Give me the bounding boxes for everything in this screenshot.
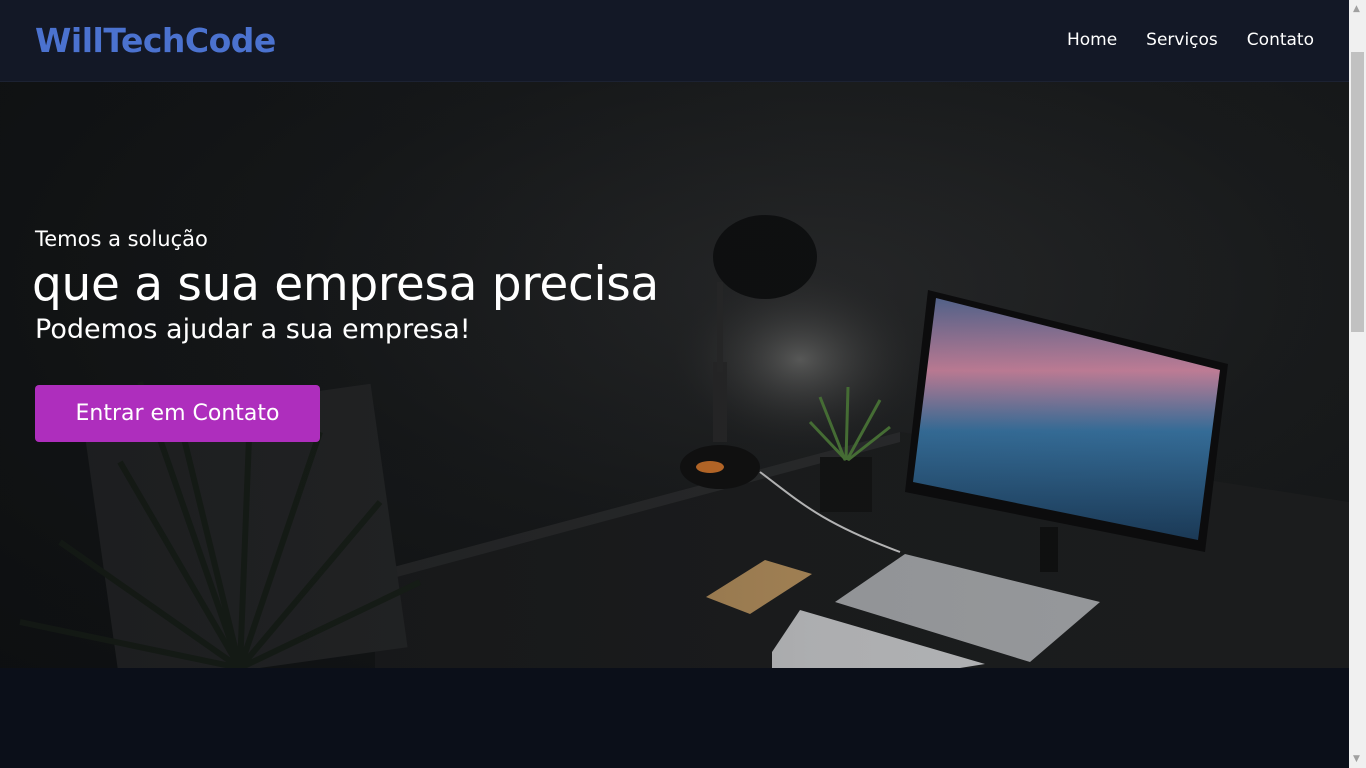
next-section bbox=[0, 668, 1349, 768]
nav-link-home[interactable]: Home bbox=[1067, 30, 1117, 50]
hero-overlay bbox=[0, 82, 1349, 668]
nav-link-servicos[interactable]: Serviços bbox=[1146, 30, 1218, 50]
chevron-down-icon[interactable]: ▼ bbox=[1353, 754, 1360, 764]
hero-section: Temos a solução que a sua empresa precis… bbox=[0, 82, 1349, 668]
chevron-up-icon[interactable]: ▲ bbox=[1353, 4, 1360, 14]
page: WillTechCode Home Serviços Contato Temos… bbox=[0, 0, 1349, 768]
site-logo[interactable]: WillTechCode bbox=[35, 21, 276, 60]
page-scrollbar[interactable]: ▲ ▼ bbox=[1349, 0, 1366, 768]
hero-subline: Podemos ajudar a sua empresa! bbox=[35, 314, 471, 345]
hero-text: Temos a solução que a sua empresa precis… bbox=[32, 227, 659, 345]
main-nav: Home Serviços Contato bbox=[1067, 30, 1314, 50]
nav-link-contato[interactable]: Contato bbox=[1247, 30, 1314, 50]
scrollbar-thumb[interactable] bbox=[1351, 52, 1364, 332]
contact-button[interactable]: Entrar em Contato bbox=[35, 385, 320, 442]
site-header: WillTechCode Home Serviços Contato bbox=[0, 0, 1349, 82]
hero-kicker: Temos a solução bbox=[35, 227, 208, 251]
hero-headline: que a sua empresa precisa bbox=[32, 257, 659, 312]
